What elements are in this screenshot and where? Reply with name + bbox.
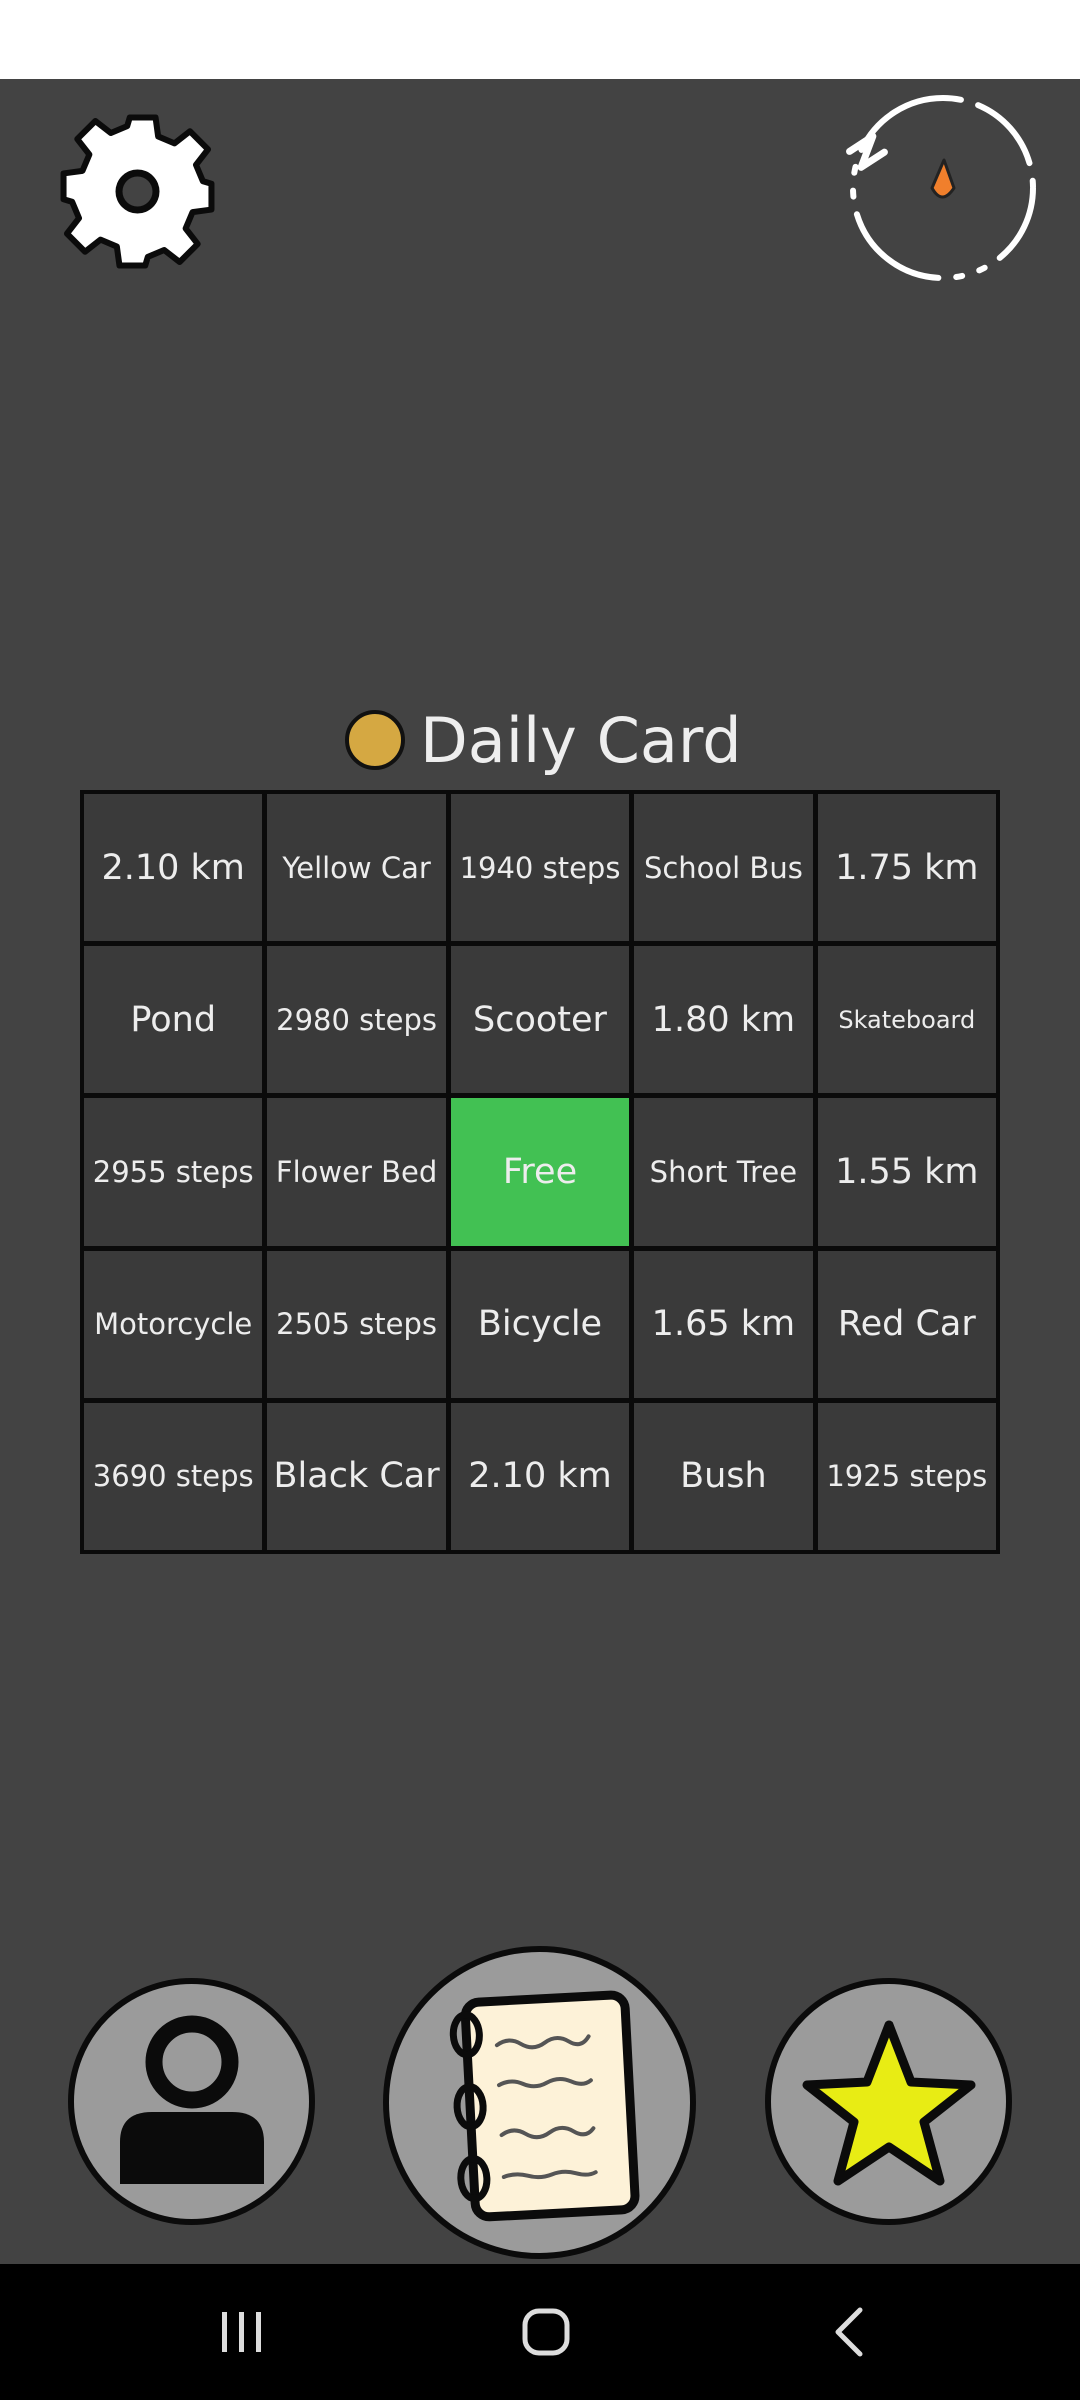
grid-cell[interactable]: 1940 steps <box>450 794 630 942</box>
free-cell[interactable]: Free <box>450 1098 630 1246</box>
person-icon <box>119 2015 264 2184</box>
grid-cell[interactable]: Motorcycle <box>84 1250 263 1398</box>
grid-cell[interactable]: 2505 steps <box>267 1250 446 1398</box>
home-button[interactable] <box>466 2264 626 2400</box>
page-title: Daily Card <box>420 703 742 777</box>
compass-icon <box>846 95 1036 281</box>
grid-cell[interactable]: 1925 steps <box>817 1402 996 1550</box>
grid-cell[interactable]: 1.55 km <box>817 1098 996 1246</box>
grid-cell[interactable]: School Bus <box>634 794 813 942</box>
grid-cell[interactable]: 2980 steps <box>267 946 446 1094</box>
card-title: Daily Card <box>345 690 745 790</box>
grid-cell[interactable]: Skateboard <box>817 946 996 1094</box>
grid-cell[interactable]: Black Car <box>267 1402 446 1550</box>
grid-cell[interactable]: 1.80 km <box>634 946 813 1094</box>
gear-icon <box>60 114 215 269</box>
grid-cell[interactable]: Short Tree <box>634 1098 813 1246</box>
compass-button[interactable] <box>836 88 1046 298</box>
star-icon <box>802 2020 975 2185</box>
notebook-button[interactable] <box>383 1946 696 2259</box>
recent-apps-icon <box>222 2312 261 2352</box>
grid-cell[interactable]: 1.75 km <box>817 794 996 942</box>
recent-apps-button[interactable] <box>162 2264 322 2400</box>
back-icon <box>835 2307 863 2357</box>
grid-cell[interactable]: 2.10 km <box>450 1402 630 1550</box>
grid-cell[interactable]: Pond <box>84 946 263 1094</box>
home-icon <box>522 2308 570 2356</box>
grid-cell[interactable]: Bush <box>634 1402 813 1550</box>
grid-cell[interactable]: Scooter <box>450 946 630 1094</box>
grid-cell[interactable]: Red Car <box>817 1250 996 1398</box>
grid-cell[interactable]: 1.65 km <box>634 1250 813 1398</box>
screen: Daily Card 2.10 km Yellow Car 1940 steps… <box>0 0 1080 2400</box>
grid-cell[interactable]: Yellow Car <box>267 794 446 942</box>
grid-cell[interactable]: 2.10 km <box>84 794 263 942</box>
grid-cell[interactable]: 2955 steps <box>84 1098 263 1246</box>
profile-button[interactable] <box>68 1978 315 2225</box>
bingo-grid: 2.10 km Yellow Car 1940 steps School Bus… <box>80 790 1000 1554</box>
settings-button[interactable] <box>50 104 225 279</box>
system-nav-bar <box>0 2264 1080 2400</box>
grid-cell[interactable]: 3690 steps <box>84 1402 263 1550</box>
coin-icon <box>345 710 405 770</box>
notebook-icon <box>449 1990 639 2221</box>
grid-cell[interactable]: Flower Bed <box>267 1098 446 1246</box>
grid-cell[interactable]: Bicycle <box>450 1250 630 1398</box>
favorites-button[interactable] <box>765 1978 1012 2225</box>
back-button[interactable] <box>770 2264 930 2400</box>
status-bar <box>0 0 1080 79</box>
